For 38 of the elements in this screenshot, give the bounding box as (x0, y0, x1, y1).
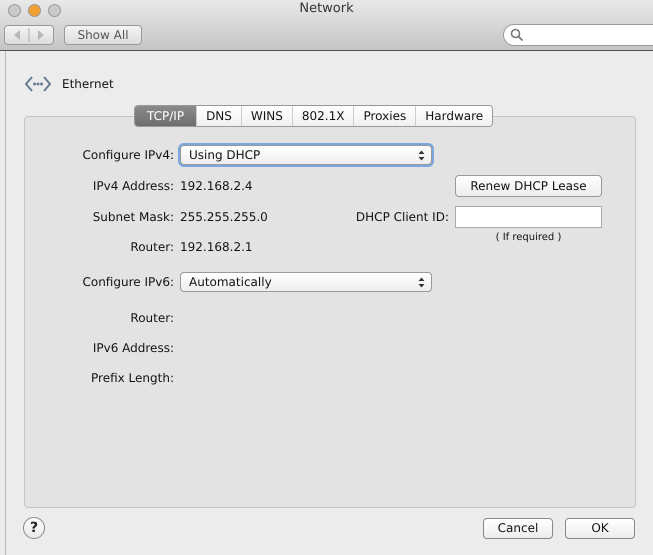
tab[interactable]: 802.1X (292, 106, 354, 126)
field-label: DHCP Client ID: (354, 210, 449, 224)
field-label: IPv4 Address: (92, 179, 174, 193)
search-icon (510, 28, 524, 42)
field-value: 192.168.2.4 (180, 179, 254, 193)
back-forward-control[interactable] (4, 25, 54, 45)
dropdown[interactable]: Using DHCP (180, 145, 432, 165)
tab[interactable]: TCP/IP (135, 106, 196, 126)
field-label: IPv6 Address: (92, 341, 174, 355)
search-field[interactable] (503, 24, 653, 46)
field-value: 255.255.255.0 (180, 210, 269, 224)
field-value: 192.168.2.1 (180, 240, 254, 254)
tab[interactable]: DNS (196, 106, 241, 126)
tab[interactable]: Proxies (353, 106, 416, 126)
stepper-arrows-icon (418, 150, 425, 160)
window-control[interactable] (8, 4, 21, 16)
field-label: Router: (129, 310, 174, 324)
field-label: Configure IPv6: (81, 275, 174, 289)
tab[interactable]: Hardware (415, 106, 492, 126)
renew-lease-button[interactable]: Renew DHCP Lease (455, 175, 602, 197)
field-label: Configure IPv4: (81, 148, 174, 162)
hint-text: ( If required ) (494, 232, 562, 243)
tab[interactable]: WINS (240, 106, 292, 126)
service-name: Ethernet (62, 77, 114, 91)
window-title: Network (299, 1, 354, 16)
window-control[interactable] (28, 4, 41, 16)
network-port-icon (25, 74, 51, 94)
dropdown[interactable]: Automatically (180, 272, 432, 292)
show-all-button[interactable]: Show All (64, 25, 142, 45)
dialog-button[interactable]: Cancel (483, 518, 553, 538)
input-field[interactable] (455, 206, 602, 228)
dialog-button[interactable]: OK (565, 518, 635, 538)
field-label: Router: (129, 240, 174, 254)
field-label: Prefix Length: (90, 371, 174, 385)
field-label: Subnet Mask: (92, 210, 174, 224)
help-button[interactable]: ? (23, 517, 45, 539)
stepper-arrows-icon (418, 276, 425, 288)
window-control[interactable] (48, 4, 61, 16)
